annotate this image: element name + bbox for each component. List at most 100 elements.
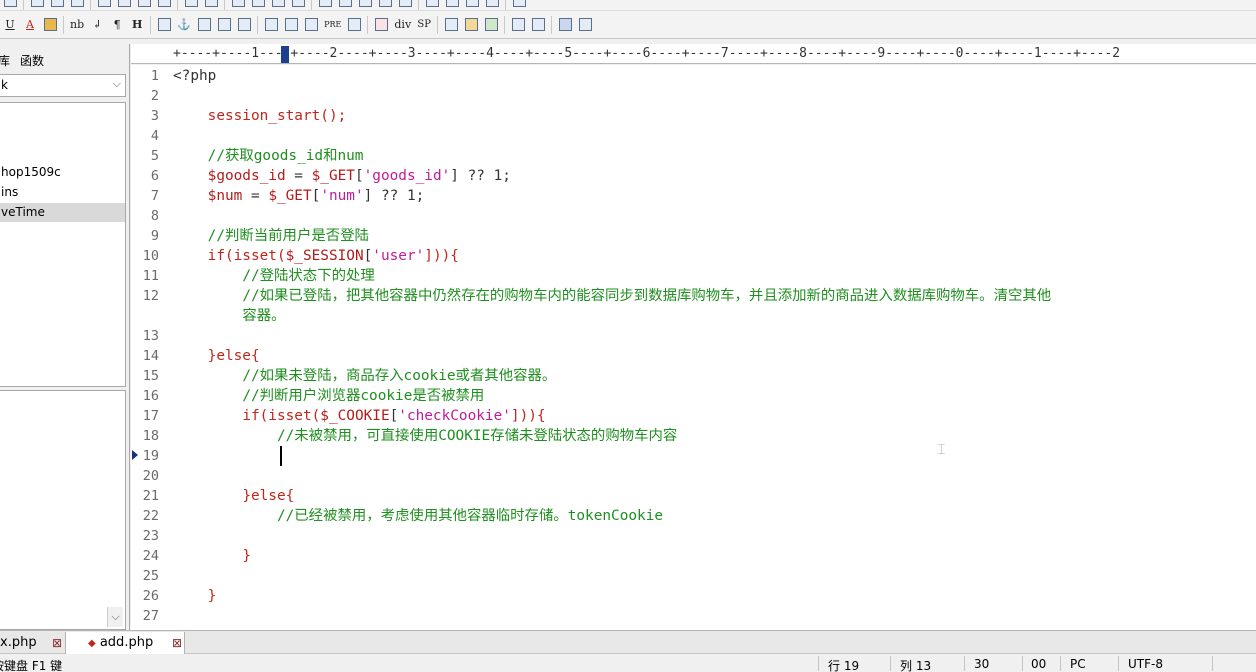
heading-button[interactable]: H [128, 15, 146, 35]
tab-library[interactable]: 库 [0, 46, 10, 70]
ruler-scale: +----+----1----+----2----+----3----+----… [173, 46, 1121, 61]
line-number: 4 [150, 128, 159, 144]
br-button[interactable]: ↲ [88, 15, 106, 35]
nbsp-button[interactable]: nb [68, 15, 86, 35]
pre-button[interactable]: PRE [322, 15, 343, 35]
code-line: //已经被禁用，考虑使用其他容器临时存储。tokenCookie [173, 506, 663, 526]
font-size-icon[interactable] [316, 0, 334, 10]
file-tabs: x.php ⊠ ◆ add.php ⊠ [0, 630, 1256, 654]
div-button[interactable]: div [392, 15, 413, 35]
code-token: 'user' [372, 248, 425, 264]
edit-icon[interactable] [215, 15, 233, 35]
panel-tabs: 库 函数 [0, 46, 130, 70]
library-tree: hop1509c ins veTime [0, 102, 126, 387]
browser-icon[interactable] [556, 15, 574, 35]
hx-icon[interactable] [336, 0, 354, 10]
color-grid-icon[interactable] [41, 15, 59, 35]
tab-functions[interactable]: 函数 [20, 46, 44, 70]
close-tab-icon[interactable]: ⊠ [172, 636, 182, 650]
print-icon[interactable] [28, 0, 46, 10]
modified-dot-icon: ◆ [88, 638, 96, 649]
brush-icon[interactable] [462, 15, 480, 35]
code-token: ])){ [510, 408, 546, 424]
delete-icon[interactable] [155, 0, 173, 10]
line-number: 5 [150, 148, 159, 164]
copy-icon[interactable] [115, 0, 133, 10]
code-token: ] ?? 1; [363, 188, 425, 204]
list-icon[interactable] [345, 15, 363, 35]
line-number: 15 [142, 368, 159, 384]
code-line: $num = $_GET['num'] ?? 1; [173, 186, 425, 206]
code-token: }else{ [207, 348, 260, 364]
table-icon[interactable] [262, 15, 280, 35]
code-line: }else{ [173, 346, 260, 366]
line-number: 22 [142, 508, 159, 524]
toolbar-html: U A nb ↲ ¶ H ⚓ PRE div SP [0, 11, 1256, 39]
code-token: = [285, 168, 312, 184]
font-icon[interactable] [372, 15, 390, 35]
find-icon[interactable] [229, 0, 247, 10]
paragraph-button[interactable]: ¶ [108, 15, 126, 35]
panel-select-value: k [1, 78, 8, 92]
form-icon[interactable] [282, 15, 300, 35]
status-encoding: UTF-8 [1128, 657, 1163, 671]
file-search-icon[interactable] [269, 0, 287, 10]
layout-icon[interactable] [529, 15, 547, 35]
line-number: 3 [150, 108, 159, 124]
undo-icon[interactable] [182, 0, 200, 10]
cut-icon[interactable] [95, 0, 113, 10]
underline-button[interactable]: U [1, 15, 19, 35]
tree-item-selected[interactable]: veTime [0, 203, 125, 222]
check-icon[interactable] [396, 0, 414, 10]
tree-item[interactable]: ins [0, 183, 125, 202]
hr-icon[interactable] [195, 15, 213, 35]
code-line: //未被禁用，可直接使用COOKIE存储未登陆状态的购物车内容 [173, 426, 677, 446]
open-icon[interactable] [1, 0, 19, 10]
font-color-button[interactable]: A [21, 15, 39, 35]
toolbar-divider [177, 0, 178, 10]
help-icon[interactable] [510, 0, 528, 10]
span-button[interactable]: SP [415, 15, 433, 35]
view-icon[interactable] [443, 0, 461, 10]
code-editor[interactable]: 1 2 3 4 5 6 7 8 9 10 11 12 13 14 15 16 17 18 19 20 21 22 23 24 2… [131, 65, 1256, 630]
wrap-icon[interactable] [376, 0, 394, 10]
chevron-down-icon[interactable]: ⌵ [113, 77, 121, 91]
paste-icon[interactable] [135, 0, 153, 10]
line-number: 8 [150, 208, 159, 224]
align-icon[interactable] [302, 15, 320, 35]
code-line: //如果已登陆，把其他容器中仍然存在的购物车内的能容同步到数据库购物车，并且添加… [173, 286, 1051, 306]
export-icon[interactable] [463, 0, 481, 10]
palette-icon[interactable] [482, 15, 500, 35]
code-token: } [207, 588, 217, 604]
panel-select[interactable]: k ⌵ [0, 74, 126, 97]
window-icon[interactable] [483, 0, 501, 10]
file-tab-label: add.php [99, 635, 154, 650]
chevron-down-icon[interactable]: ⌵ [107, 607, 123, 627]
toolbar-divider [437, 15, 439, 34]
status-row: 行 19 [828, 659, 860, 672]
close-tab-icon[interactable]: ⊠ [52, 636, 62, 650]
toolbar-divider [418, 0, 419, 10]
spellcheck-icon[interactable] [48, 0, 66, 10]
tree-item[interactable]: hop1509c [0, 163, 125, 182]
ftp-icon[interactable] [68, 0, 86, 10]
insert-icon[interactable] [289, 0, 307, 10]
doc-icon[interactable] [423, 0, 441, 10]
line-number: 18 [142, 428, 159, 444]
code-line: //如果未登陆，商品存入cookie或者其他容器。 [173, 366, 556, 386]
highlight-icon[interactable] [356, 0, 374, 10]
text-caret [280, 446, 282, 466]
replace-icon[interactable] [249, 0, 267, 10]
redo-icon[interactable] [202, 0, 220, 10]
code-token: }else{ [242, 488, 295, 504]
frame-icon[interactable] [509, 15, 527, 35]
file-tab-active[interactable]: ◆ add.php ⊠ [65, 632, 185, 654]
preview-icon[interactable] [576, 15, 594, 35]
file-tab[interactable]: x.php ⊠ [0, 632, 64, 654]
image-icon[interactable] [155, 15, 173, 35]
comment-icon[interactable] [235, 15, 253, 35]
anchor-icon[interactable]: ⚓ [175, 15, 193, 35]
code-token: $_COOKIE [320, 408, 390, 424]
style-icon[interactable] [442, 15, 460, 35]
